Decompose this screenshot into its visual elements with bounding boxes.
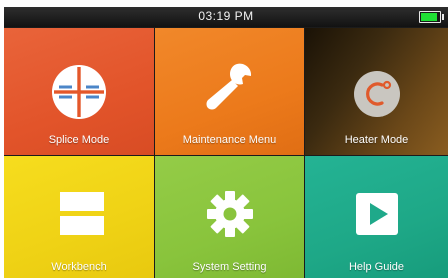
- tile-label: Help Guide: [348, 261, 405, 273]
- tile-label: Maintenance Menu: [182, 134, 277, 146]
- splice-cross-icon: [52, 65, 106, 119]
- tile-splice-mode[interactable]: Splice Mode: [4, 28, 154, 155]
- clock: 03:19 PM: [198, 9, 254, 23]
- tile-help-guide[interactable]: Help Guide: [305, 156, 448, 278]
- gear-icon: [207, 191, 253, 237]
- battery-level: [421, 13, 438, 21]
- tile-label: System Setting: [192, 261, 267, 273]
- tile-maintenance-menu[interactable]: Maintenance Menu: [155, 28, 304, 155]
- battery-icon: [419, 11, 441, 23]
- tile-system-setting[interactable]: System Setting: [155, 156, 304, 278]
- battery-cap: [442, 14, 444, 20]
- tile-label: Splice Mode: [48, 134, 110, 146]
- wrench-icon: [206, 63, 252, 110]
- tile-label: Workbench: [51, 261, 107, 273]
- tile-heater-mode[interactable]: Heater Mode: [305, 28, 448, 155]
- play-icon: [356, 193, 398, 235]
- tile-label: Heater Mode: [344, 134, 409, 146]
- heater-c-degree-icon: [354, 71, 400, 117]
- device-screen: 03:19 PM Splice Mode Maintenance Menu He…: [4, 7, 448, 278]
- workbench-panel-icon: [60, 192, 104, 235]
- tile-workbench[interactable]: Workbench: [4, 156, 154, 278]
- status-bar: 03:19 PM: [4, 7, 448, 27]
